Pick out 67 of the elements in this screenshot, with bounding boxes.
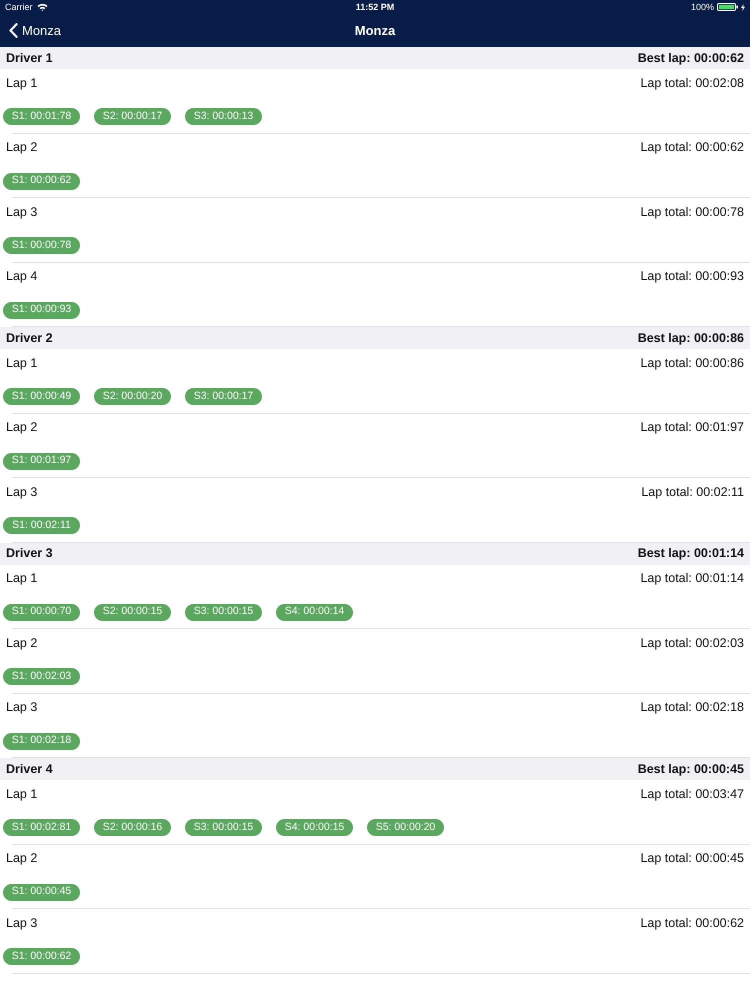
driver-name: Driver 1 bbox=[6, 50, 53, 67]
sector-time-badge: S3: 00:00:13 bbox=[185, 108, 262, 125]
lap-total: Lap total: 00:01:97 bbox=[640, 419, 744, 436]
sector-time-badge: S3: 00:00:15 bbox=[185, 604, 262, 620]
lap-total: Lap total: 00:00:78 bbox=[640, 204, 744, 221]
charging-bolt-icon bbox=[741, 4, 745, 10]
lap-title: Lap 3 bbox=[6, 484, 38, 501]
sector-time-badge: S4: 00:00:15 bbox=[276, 819, 353, 836]
lap-total: Lap total: 00:02:08 bbox=[640, 74, 744, 92]
sector-time-badge: S1: 00:02:18 bbox=[3, 732, 80, 750]
sector-time-badge: S1: 00:00:78 bbox=[3, 237, 80, 254]
sector-time-badge: S1: 00:02:11 bbox=[3, 517, 80, 534]
lap-total: Lap total: 00:01:14 bbox=[640, 570, 744, 588]
sector-time-badge: S1: 00:00:45 bbox=[3, 884, 80, 900]
lap-title: Lap 2 bbox=[6, 634, 38, 652]
best-lap-label: Best lap: 00:01:14 bbox=[638, 545, 744, 562]
sector-time-badge: S1: 00:00:62 bbox=[3, 172, 80, 190]
lap-title: Lap 3 bbox=[6, 204, 38, 221]
sector-time-badge: S1: 00:00:93 bbox=[3, 302, 80, 318]
back-button[interactable]: Monza bbox=[0, 20, 62, 40]
best-lap-label: Best lap: 00:00:45 bbox=[638, 760, 744, 778]
sector-time-badge: S2: 00:00:20 bbox=[94, 388, 171, 405]
lap-title: Lap 1 bbox=[6, 354, 38, 372]
sector-time-badge: S2: 00:00:17 bbox=[94, 108, 171, 125]
lap-total: Lap total: 00:00:62 bbox=[640, 139, 744, 156]
driver-name: Driver 3 bbox=[6, 545, 53, 562]
lap-total: Lap total: 00:00:45 bbox=[640, 850, 744, 868]
sector-time-badge: S1: 00:01:78 bbox=[3, 108, 80, 125]
sector-time-badge: S3: 00:00:15 bbox=[185, 819, 262, 836]
sector-time-badge: S5: 00:00:20 bbox=[367, 819, 444, 836]
lap-title: Lap 4 bbox=[6, 268, 38, 286]
lap-title: Lap 3 bbox=[6, 914, 38, 932]
lap-total: Lap total: 00:00:93 bbox=[640, 268, 744, 286]
carrier-label: Carrier bbox=[5, 2, 33, 12]
sector-time-badge: S1: 00:02:03 bbox=[3, 668, 80, 685]
lap-title: Lap 1 bbox=[6, 74, 38, 92]
chevron-left-icon bbox=[9, 23, 18, 38]
lap-total: Lap total: 00:00:86 bbox=[640, 354, 744, 372]
battery-percent: 100% bbox=[690, 2, 714, 12]
lap-total: Lap total: 00:02:18 bbox=[640, 699, 744, 716]
sector-time-badge: S1: 00:02:81 bbox=[3, 819, 80, 836]
lap-title: Lap 3 bbox=[6, 699, 38, 716]
sector-time-badge: S1: 00:00:62 bbox=[3, 948, 80, 965]
sector-time-badge: S2: 00:00:15 bbox=[94, 604, 171, 620]
time-label: 11:52 PM bbox=[356, 2, 394, 12]
lap-title: Lap 1 bbox=[6, 570, 38, 588]
nav-title: Monza bbox=[354, 22, 396, 40]
driver-name: Driver 4 bbox=[6, 760, 53, 778]
lap-title: Lap 2 bbox=[6, 850, 38, 868]
wifi-icon bbox=[36, 3, 48, 11]
lap-title: Lap 1 bbox=[6, 786, 38, 803]
sector-time-badge: S3: 00:00:17 bbox=[185, 388, 262, 405]
sector-time-badge: S4: 00:00:14 bbox=[276, 604, 353, 620]
lap-title: Lap 2 bbox=[6, 419, 38, 436]
sector-time-badge: S2: 00:00:16 bbox=[94, 819, 171, 836]
lap-title: Lap 2 bbox=[6, 139, 38, 156]
lap-total: Lap total: 00:02:03 bbox=[640, 634, 744, 652]
sector-time-badge: S1: 00:00:49 bbox=[3, 388, 80, 405]
battery-icon bbox=[717, 3, 738, 11]
best-lap-label: Best lap: 00:00:86 bbox=[638, 330, 744, 347]
sector-time-badge: S1: 00:00:70 bbox=[3, 604, 80, 620]
driver-name: Driver 2 bbox=[6, 330, 53, 347]
lap-total: Lap total: 00:03:47 bbox=[640, 786, 744, 803]
best-lap-label: Best lap: 00:00:62 bbox=[638, 50, 744, 67]
sector-time-badge: S1: 00:01:97 bbox=[3, 452, 80, 470]
lap-total: Lap total: 00:02:11 bbox=[641, 484, 744, 501]
lap-total: Lap total: 00:00:62 bbox=[640, 914, 744, 932]
